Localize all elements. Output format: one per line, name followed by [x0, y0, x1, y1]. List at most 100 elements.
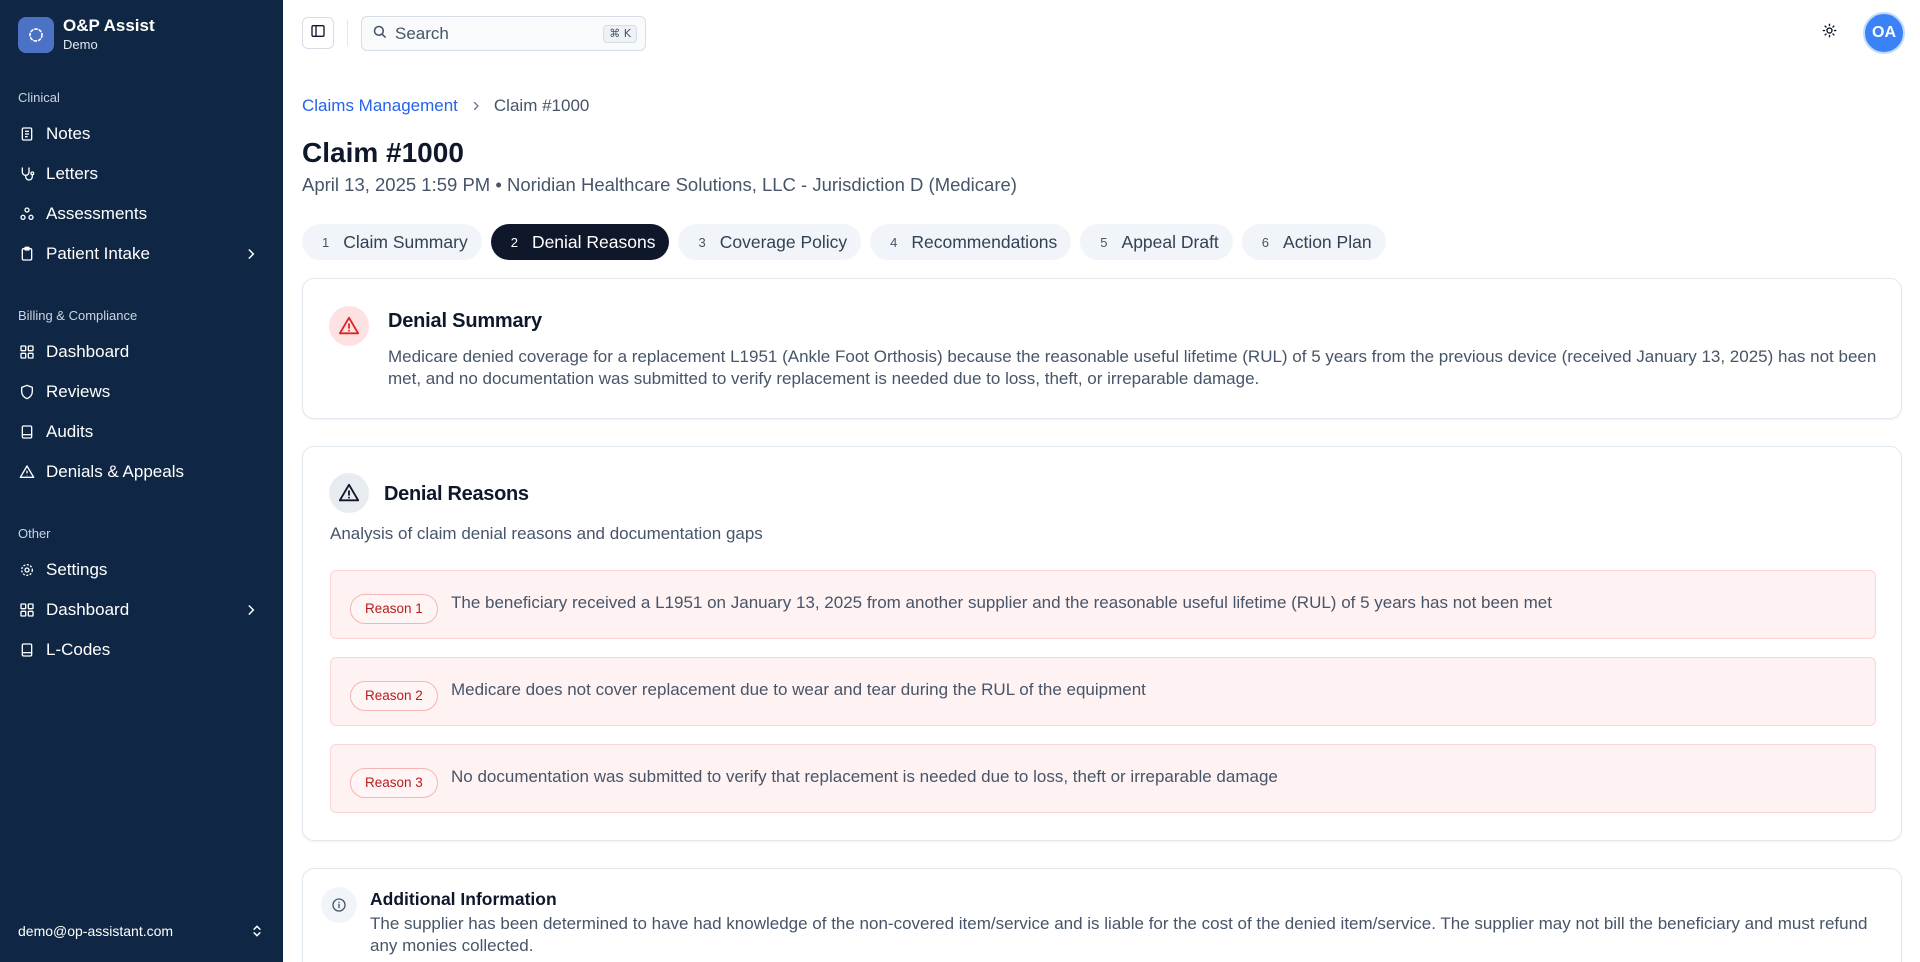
app-logo-icon	[18, 16, 54, 53]
warning-icon	[18, 463, 36, 481]
note-icon	[18, 125, 36, 143]
tab-label: Claim Summary	[343, 231, 468, 252]
stethoscope-icon	[18, 165, 36, 183]
tab-number: 5	[1100, 234, 1108, 250]
breadcrumb-current: Claim #1000	[493, 96, 590, 115]
reason-badge: Reason 3	[350, 768, 438, 798]
sidebar-item-notes[interactable]: Notes	[10, 116, 272, 152]
sidebar-item-label: L-Codes	[46, 640, 111, 659]
search-input[interactable]: Search ⌘ K	[361, 16, 646, 51]
sidebar-item-patient-intake[interactable]: Patient Intake	[10, 236, 272, 272]
grid-icon	[18, 343, 36, 361]
sidebar-item-label: Patient Intake	[46, 244, 150, 263]
app-subtitle: Demo	[63, 37, 98, 52]
additional-info-title: Additional Information	[370, 889, 557, 909]
denial-summary-body: Medicare denied coverage for a replaceme…	[388, 347, 1877, 388]
claim-subtitle: April 13, 2025 1:59 PM • Noridian Health…	[302, 174, 1017, 195]
breadcrumb: Claims Management Claim #1000	[302, 96, 589, 116]
additional-info-card: Additional Information The supplier has …	[302, 868, 1902, 962]
tab-label: Appeal Draft	[1121, 231, 1219, 252]
reason-item: Reason 1 The beneficiary received a L195…	[330, 570, 1876, 639]
tab-claim-summary[interactable]: 1 Claim Summary	[302, 224, 482, 260]
tab-number: 2	[510, 234, 518, 250]
sidebar-item-label: Dashboard	[46, 600, 130, 619]
sidebar: O&P Assist Demo Clinical Notes Letters A…	[0, 0, 283, 962]
sun-icon	[1822, 23, 1837, 43]
denial-summary-card: Denial Summary Medicare denied coverage …	[302, 278, 1902, 419]
book-icon	[18, 423, 36, 441]
clipboard-icon	[18, 245, 36, 263]
sidebar-item-denials-appeals[interactable]: Denials & Appeals	[10, 454, 272, 490]
denial-reasons-subtitle: Analysis of claim denial reasons and doc…	[330, 524, 763, 543]
sidebar-item-dashboard-other[interactable]: Dashboard	[10, 592, 272, 628]
additional-info-body: The supplier has been determined to have…	[370, 914, 1868, 955]
toolbar-divider	[347, 20, 348, 46]
tab-recommendations[interactable]: 4 Recommendations	[870, 224, 1072, 260]
sidebar-item-label: Assessments	[46, 204, 148, 223]
reason-badge: Reason 1	[350, 594, 438, 624]
search-shortcut: ⌘ K	[603, 25, 637, 43]
search-icon	[372, 24, 387, 44]
sidebar-item-reviews[interactable]: Reviews	[10, 374, 272, 410]
gear-icon	[18, 561, 36, 579]
reason-text: Medicare does not cover replacement due …	[451, 680, 1146, 699]
chevron-right-icon	[470, 100, 482, 112]
sidebar-item-settings[interactable]: Settings	[10, 552, 272, 588]
tab-appeal-draft[interactable]: 5 Appeal Draft	[1080, 224, 1233, 260]
tab-label: Recommendations	[911, 231, 1058, 252]
chevrons-up-down-icon[interactable]	[250, 923, 264, 944]
network-icon	[18, 205, 36, 223]
sidebar-item-label: Reviews	[46, 382, 111, 401]
sidebar-item-l-codes[interactable]: L-Codes	[10, 632, 272, 668]
sidebar-item-letters[interactable]: Letters	[10, 156, 272, 192]
tab-number: 6	[1261, 234, 1270, 250]
shield-icon	[18, 383, 36, 401]
denial-reasons-title: Denial Reasons	[384, 483, 529, 505]
panel-left-icon	[310, 23, 326, 44]
reason-item: Reason 2 Medicare does not cover replace…	[330, 657, 1876, 726]
tab-number: 4	[890, 234, 898, 250]
breadcrumb-claims-management[interactable]: Claims Management	[302, 96, 458, 116]
theme-toggle-button[interactable]	[1818, 22, 1840, 44]
user-email[interactable]: demo@op-assistant.com	[18, 923, 173, 939]
tab-label: Denial Reasons	[531, 231, 656, 252]
sidebar-item-label: Denials & Appeals	[46, 462, 184, 481]
avatar[interactable]: OA	[1863, 12, 1905, 54]
alert-triangle-icon	[329, 306, 369, 346]
section-label-other: Other	[18, 526, 51, 541]
tab-number: 1	[322, 234, 330, 250]
book-icon	[18, 641, 36, 659]
sidebar-toggle-button[interactable]	[302, 17, 334, 49]
sidebar-item-label: Notes	[46, 124, 91, 143]
tab-denial-reasons[interactable]: 2 Denial Reasons	[490, 224, 670, 260]
denial-summary-title: Denial Summary	[388, 310, 542, 332]
reason-text: The beneficiary received a L1951 on Janu…	[451, 593, 1552, 612]
reason-badge: Reason 2	[350, 681, 438, 711]
step-tabs: 1 Claim Summary 2 Denial Reasons 3 Coverage…	[302, 224, 1395, 260]
sidebar-item-label: Dashboard	[46, 342, 130, 361]
chevron-right-icon	[244, 246, 258, 266]
reason-text: No documentation was submitted to verify…	[451, 767, 1278, 786]
alert-triangle-icon	[329, 473, 369, 513]
denial-reasons-card: Denial Reasons Analysis of claim denial …	[302, 446, 1902, 841]
tab-label: Action Plan	[1283, 231, 1372, 252]
section-label-billing: Billing & Compliance	[18, 308, 138, 323]
tab-number: 3	[698, 234, 706, 250]
search-placeholder: Search	[395, 23, 449, 43]
brand[interactable]: O&P Assist Demo	[18, 16, 155, 53]
info-icon	[321, 887, 357, 923]
tab-coverage-policy[interactable]: 3 Coverage Policy	[678, 224, 862, 260]
sidebar-item-label: Audits	[46, 422, 94, 441]
sidebar-item-assessments[interactable]: Assessments	[10, 196, 272, 232]
sidebar-item-dashboard[interactable]: Dashboard	[10, 334, 272, 370]
sidebar-item-label: Letters	[46, 164, 98, 183]
sidebar-item-audits[interactable]: Audits	[10, 414, 272, 450]
page-title: Claim #1000	[302, 137, 464, 168]
section-label-clinical: Clinical	[18, 90, 60, 105]
app-name: O&P Assist	[63, 16, 155, 35]
grid-icon	[18, 601, 36, 619]
reason-item: Reason 3 No documentation was submitted …	[330, 744, 1876, 813]
tab-label: Coverage Policy	[719, 231, 848, 252]
tab-action-plan[interactable]: 6 Action Plan	[1241, 224, 1386, 260]
sidebar-item-label: Settings	[46, 560, 108, 579]
